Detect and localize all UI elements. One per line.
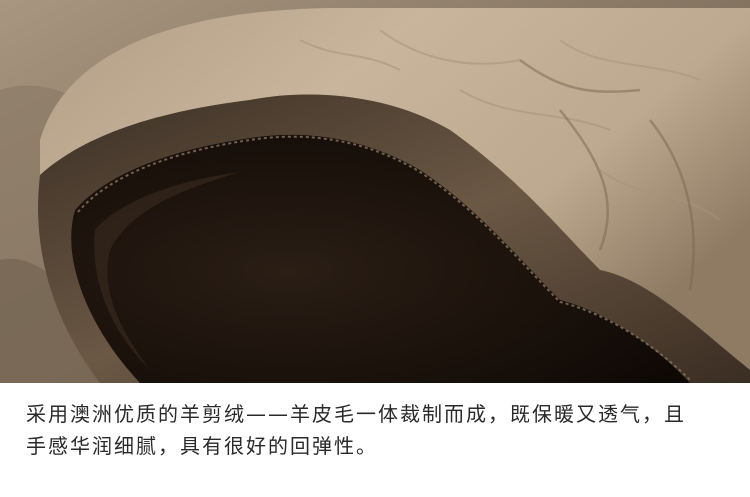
- caption-line-2: 手感华润细腻，具有很好的回弹性。: [26, 434, 378, 458]
- caption-block: 采用澳洲优质的羊剪绒——羊皮毛一体裁制而成，既保暖又透气，且 手感华润细腻，具有…: [0, 383, 750, 497]
- caption-line-1: 采用澳洲优质的羊剪绒——羊皮毛一体裁制而成，既保暖又透气，且: [26, 402, 686, 426]
- rug-roll-illustration: [0, 0, 750, 383]
- product-photo: [0, 0, 750, 383]
